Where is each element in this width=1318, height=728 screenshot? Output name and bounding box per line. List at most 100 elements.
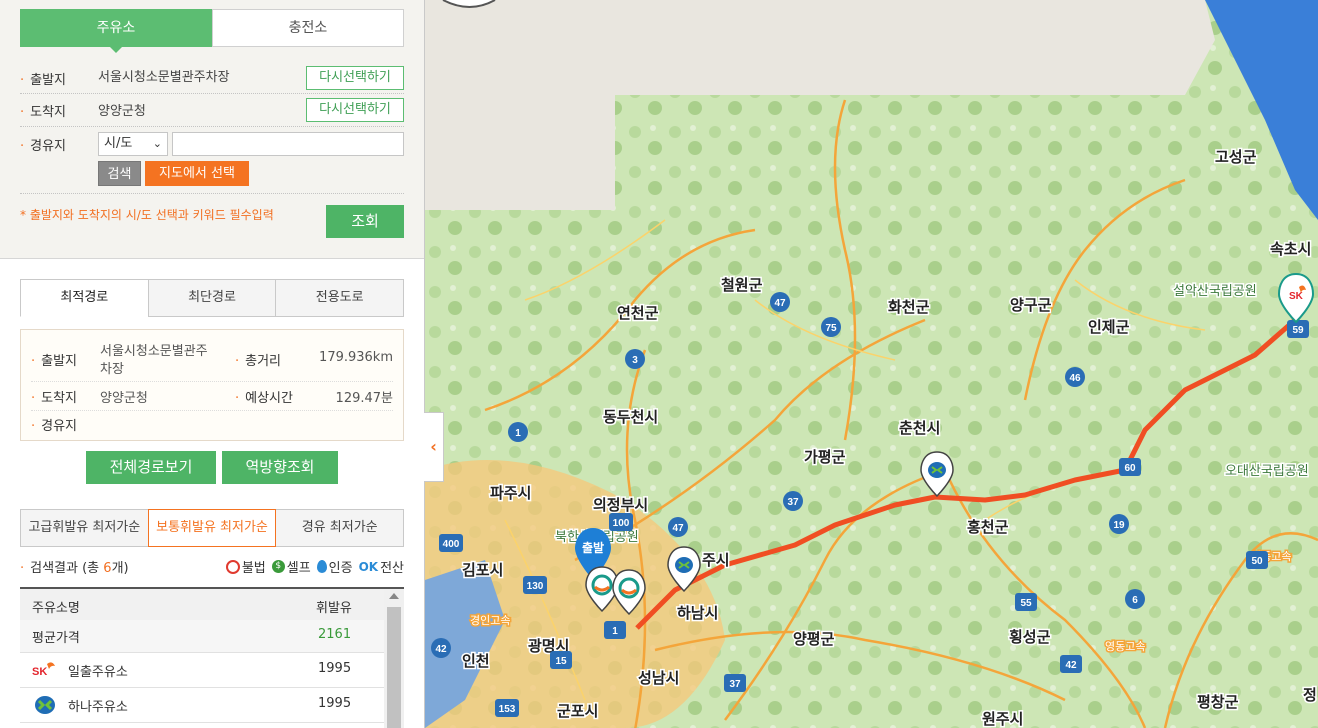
- map-place: 속초시: [1270, 241, 1311, 258]
- map-place: 주시: [702, 552, 730, 569]
- svg-text:55: 55: [1020, 598, 1032, 609]
- region-select[interactable]: 시/도 ⌄: [98, 132, 168, 156]
- tab-regular-lowest[interactable]: 보통휘발유 최저가순: [147, 509, 277, 547]
- fuel-type-tabs: 주유소 충전소: [20, 9, 404, 53]
- self-icon: $: [271, 560, 285, 573]
- map-canvas[interactable]: 고성군 속초시 설악산국립공원 철원군 연천군 화천군 양구군 인제군 동두천시…: [425, 0, 1318, 728]
- table-header: 주유소명 휘발유: [20, 589, 384, 621]
- result-suffix: 개): [111, 561, 129, 576]
- average-label: 평균가격: [32, 631, 80, 646]
- destination-reselect-button[interactable]: 다시선택하기: [306, 98, 404, 122]
- origin-label: 출발지: [30, 73, 67, 88]
- distance-label: 총거리: [245, 354, 282, 369]
- full-route-button[interactable]: 전체경로보기: [86, 451, 216, 484]
- svg-text:경인고속: 경인고속: [470, 614, 510, 627]
- route-shield: 400: [439, 534, 463, 552]
- divider: [31, 381, 393, 382]
- map-place: 하남시: [677, 605, 718, 622]
- sk-brand-icon: SK: [32, 662, 55, 678]
- summary-origin-label: 출발지: [41, 354, 78, 369]
- legend-certified: 인증: [328, 561, 353, 576]
- map-place: 화천군: [888, 298, 930, 316]
- chevron-down-icon: ⌄: [152, 137, 162, 150]
- required-notice: * 출발지와 도착지의 시/도 선택과 키워드 필수입력: [20, 208, 274, 222]
- map-place: 평창군: [1197, 693, 1239, 711]
- station-name: 하나주유소: [68, 700, 128, 715]
- result-count: 6: [103, 561, 112, 576]
- summary-destination-label: 도착지: [41, 391, 78, 406]
- hyundai-oilbank-icon: [35, 696, 55, 714]
- map-place: 군포시: [557, 703, 598, 720]
- divider: [20, 126, 404, 127]
- tab-premium-lowest[interactable]: 고급휘발유 최저가순: [20, 509, 149, 547]
- route-summary: · 출발지 서울시청소문별관주 차장 · 총거리 179.936km · 도착지 양양…: [20, 329, 404, 441]
- route-shield: 59: [1287, 320, 1309, 338]
- map-place: 홍천군: [967, 518, 1009, 536]
- tab-expressway[interactable]: 전용도로: [275, 279, 405, 317]
- svg-text:47: 47: [672, 523, 684, 534]
- legend-self: 셀프: [286, 561, 311, 576]
- route-shield: 47: [770, 292, 790, 312]
- tab-gas-station[interactable]: 주유소: [20, 9, 212, 53]
- route-shield: 42: [1060, 655, 1082, 673]
- svg-text:1: 1: [612, 626, 618, 637]
- price-sort-tabs: 고급휘발유 최저가순 보통휘발유 최저가순 경유 최저가순: [20, 509, 405, 547]
- station-table: 주유소명 휘발유 평균가격 2161 SK 일출주유소 1995 하나주유소 1…: [20, 587, 404, 728]
- origin-reselect-button[interactable]: 다시선택하기: [306, 66, 404, 90]
- left-panel: 주유소 충전소 · 출발지 서울시청소문별관주차장 다시선택하기 · 도착지 양양군…: [0, 0, 425, 728]
- map-place: 인천: [462, 652, 490, 670]
- summary-origin-value-line2: 차장: [100, 362, 124, 377]
- divider: [20, 193, 404, 194]
- map[interactable]: 고성군 속초시 설악산국립공원 철원군 연천군 화천군 양구군 인제군 동두천시…: [425, 0, 1318, 728]
- scroll-up-icon[interactable]: [389, 593, 399, 599]
- map-place: 원주시: [982, 711, 1023, 728]
- result-summary: · 검색결과 (총 6개) 불법 $ 셀프 인증 OK 전산: [20, 557, 404, 577]
- tab-charging-station[interactable]: 충전소: [212, 9, 404, 47]
- destination-row: · 도착지 양양군청 다시선택하기: [20, 98, 404, 122]
- route-shield: 153: [495, 699, 519, 717]
- tab-diesel-lowest[interactable]: 경유 최저가순: [275, 509, 405, 547]
- table-scrollbar[interactable]: [384, 589, 404, 728]
- result-prefix: 검색결과 (총: [30, 561, 104, 576]
- waypoint-search-button[interactable]: 검색: [98, 161, 141, 186]
- route-shield: 37: [783, 491, 803, 511]
- map-place: 양평군: [793, 630, 835, 648]
- table-row[interactable]: 하나주유소 1995: [20, 688, 384, 723]
- route-shield: 15: [550, 651, 572, 669]
- route-shield: 50: [1246, 551, 1268, 569]
- waypoint-keyword-input[interactable]: [172, 132, 404, 156]
- svg-text:SK: SK: [1289, 291, 1304, 302]
- reverse-route-button[interactable]: 역방향조회: [222, 451, 338, 484]
- route-shield: 55: [1015, 593, 1037, 611]
- svg-text:SK: SK: [32, 666, 47, 678]
- collapse-panel-button[interactable]: ‹: [424, 412, 444, 482]
- svg-text:19: 19: [1113, 520, 1125, 531]
- route-shield: 100: [609, 513, 633, 531]
- svg-text:출발: 출발: [582, 540, 604, 555]
- map-place: 김포시: [462, 561, 503, 579]
- lookup-button[interactable]: 조회: [326, 205, 404, 238]
- route-shield: 130: [523, 576, 547, 594]
- map-place: 인제군: [1088, 318, 1130, 336]
- select-on-map-button[interactable]: 지도에서 선택: [145, 161, 249, 186]
- svg-text:42: 42: [435, 644, 447, 655]
- station-price: 1995: [318, 696, 352, 711]
- average-price: 2161: [318, 627, 352, 642]
- svg-text:6: 6: [1132, 595, 1138, 606]
- waypoint-row: · 경유지 시/도 ⌄ 검색 지도에서 선택: [20, 132, 404, 188]
- route-shield: 37: [724, 674, 746, 692]
- svg-text:153: 153: [499, 704, 516, 715]
- col-station-name: 주유소명: [32, 601, 80, 616]
- route-tabs: 최적경로 최단경로 전용도로: [20, 279, 405, 317]
- origin-row: · 출발지 서울시청소문별관주차장 다시선택하기: [20, 66, 404, 90]
- map-place: 파주시: [490, 485, 531, 502]
- station-price: 1995: [318, 661, 352, 676]
- table-row[interactable]: SK 일출주유소 1995: [20, 653, 384, 688]
- tab-optimal-route[interactable]: 최적경로: [20, 279, 149, 317]
- scroll-thumb[interactable]: [387, 607, 401, 728]
- legend: 불법 $ 셀프 인증 OK 전산: [222, 557, 404, 576]
- map-place: 고성군: [1215, 148, 1257, 166]
- map-place: 철원군: [721, 277, 763, 294]
- station-name: 일출주유소: [68, 665, 128, 680]
- tab-shortest-route[interactable]: 최단경로: [147, 279, 277, 317]
